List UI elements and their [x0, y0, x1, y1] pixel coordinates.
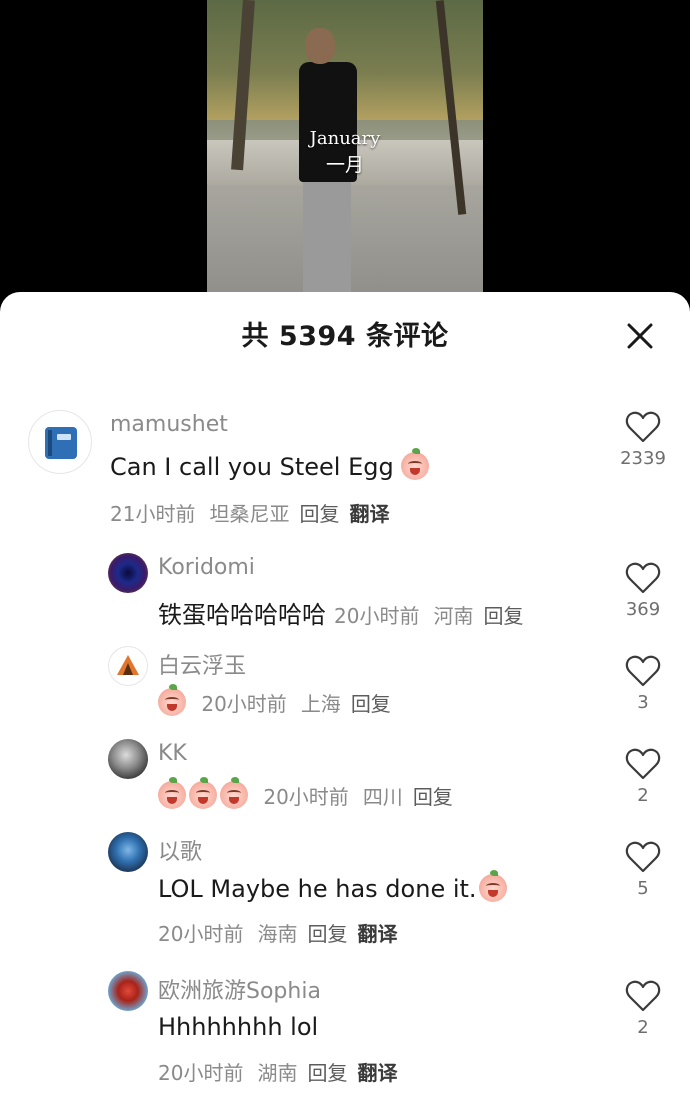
- comment-text-content: Hhhhhhhh lol: [158, 1013, 319, 1041]
- book-icon: [45, 427, 77, 459]
- like-button[interactable]: 369: [620, 561, 666, 620]
- comment-time: 20小时前: [158, 922, 244, 946]
- comments-sheet: 共 5394 条评论 mamushet Can I call you Steel…: [0, 292, 690, 1110]
- comment-text-content: 铁蛋哈哈哈哈哈: [158, 601, 326, 629]
- heart-outline-icon: [625, 411, 661, 443]
- comment-time: 21小时前: [110, 502, 196, 526]
- video-player[interactable]: January 一月: [207, 0, 483, 300]
- comment-text-content: LOL Maybe he has done it.: [158, 875, 477, 903]
- comment-time: 20小时前: [334, 604, 420, 628]
- comment-location: 海南: [257, 922, 298, 946]
- crying-peach-emoji: [158, 684, 186, 716]
- screen: January 一月 共 5394 条评论 mamushet Can I cal…: [0, 0, 690, 1110]
- comment-username[interactable]: 以歌: [158, 834, 202, 866]
- video-person-legs: [303, 178, 351, 300]
- comment-meta: 20小时前 河南 回复: [334, 604, 523, 628]
- like-count: 2: [637, 785, 649, 806]
- comment-meta: 20小时前 湖南 回复 翻译: [158, 1057, 397, 1086]
- crying-peach-emoji: [478, 870, 507, 902]
- like-count: 5: [637, 878, 649, 899]
- comment-text: Hhhhhhhh lol: [158, 1013, 318, 1041]
- reply-button[interactable]: 回复: [307, 1061, 347, 1085]
- heart-outline-icon: [625, 562, 661, 594]
- heart-outline-icon: [625, 841, 661, 873]
- like-button[interactable]: 2: [620, 979, 666, 1038]
- crying-peach-emoji: [220, 777, 248, 809]
- avatar[interactable]: [108, 832, 148, 872]
- comment-location: 四川: [362, 785, 403, 809]
- reply-button[interactable]: 回复: [413, 785, 453, 809]
- comment-meta: 21小时前 坦桑尼亚 回复 翻译: [110, 498, 389, 527]
- avatar[interactable]: [28, 410, 92, 474]
- comment-time: 20小时前: [158, 1061, 244, 1085]
- crying-peach-emoji: [189, 777, 217, 809]
- heart-outline-icon: [625, 748, 661, 780]
- avatar[interactable]: [108, 971, 148, 1011]
- translate-button[interactable]: 翻译: [357, 922, 397, 946]
- like-button[interactable]: 2339: [620, 410, 666, 469]
- avatar[interactable]: [108, 646, 148, 686]
- comment-location: 河南: [433, 604, 474, 628]
- close-button[interactable]: [620, 316, 660, 356]
- reply-button[interactable]: 回复: [299, 502, 339, 526]
- comment-username[interactable]: 欧洲旅游Sophia: [158, 973, 321, 1005]
- comment-text-content: Can I call you Steel Egg: [110, 453, 394, 481]
- comment-location: 上海: [300, 692, 341, 716]
- comment-time: 20小时前: [201, 692, 287, 716]
- like-button[interactable]: 5: [620, 840, 666, 899]
- crying-peach-emoji: [158, 777, 186, 809]
- video-caption-chinese: 一月: [325, 154, 364, 176]
- comment-username[interactable]: mamushet: [110, 412, 228, 437]
- comment-text: 铁蛋哈哈哈哈哈 20小时前 河南 回复: [158, 595, 523, 630]
- like-button[interactable]: 2: [620, 747, 666, 806]
- tent-icon: [117, 655, 139, 675]
- comment-username[interactable]: 白云浮玉: [158, 648, 246, 680]
- like-count: 3: [637, 692, 649, 713]
- comment-meta: 20小时前 上海 回复: [158, 684, 391, 717]
- heart-outline-icon: [625, 655, 661, 687]
- like-count: 2: [637, 1017, 649, 1038]
- video-person-head: [305, 28, 335, 64]
- translate-button[interactable]: 翻译: [349, 502, 389, 526]
- close-icon: [627, 323, 653, 349]
- reply-button[interactable]: 回复: [307, 922, 347, 946]
- comment-username[interactable]: KK: [158, 741, 187, 766]
- video-caption-english: January: [309, 128, 381, 149]
- comment-location: 湖南: [257, 1061, 298, 1085]
- translate-button[interactable]: 翻译: [357, 1061, 397, 1085]
- comment-meta: 20小时前 四川 回复: [158, 777, 453, 810]
- avatar[interactable]: [108, 553, 148, 593]
- heart-outline-icon: [625, 980, 661, 1012]
- like-count: 2339: [620, 448, 666, 469]
- comment-location: 坦桑尼亚: [209, 502, 290, 526]
- comment-time: 20小时前: [263, 785, 349, 809]
- comment-text: LOL Maybe he has done it.: [158, 870, 510, 903]
- comment-meta: 20小时前 海南 回复 翻译: [158, 918, 397, 947]
- comment-text: Can I call you Steel Egg: [110, 448, 432, 481]
- comment-username[interactable]: Koridomi: [158, 555, 255, 580]
- avatar[interactable]: [108, 739, 148, 779]
- comments-count-title: 共 5394 条评论: [241, 321, 449, 352]
- reply-button[interactable]: 回复: [483, 604, 523, 628]
- reply-button[interactable]: 回复: [351, 692, 391, 716]
- like-button[interactable]: 3: [620, 654, 666, 713]
- like-count: 369: [625, 599, 661, 620]
- crying-peach-emoji: [401, 448, 430, 480]
